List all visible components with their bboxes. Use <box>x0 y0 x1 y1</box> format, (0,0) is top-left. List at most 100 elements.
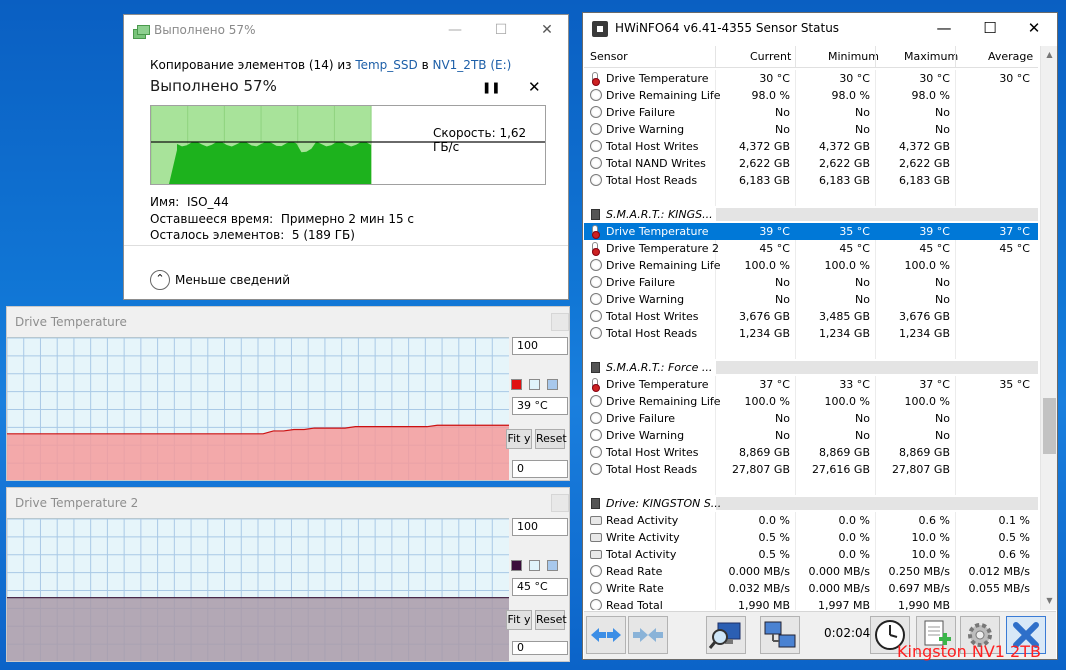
sensor-value-current: 4,372 GB <box>738 140 790 153</box>
sensor-row[interactable]: Drive Temperature 30 °C 30 °C 30 °C 30 °C <box>584 70 1038 87</box>
sensor-row[interactable]: Total Host Writes 8,869 GB 8,869 GB 8,869 G… <box>584 444 1038 461</box>
maximize-button[interactable]: ☐ <box>478 15 524 45</box>
sensor-value-average: 45 °C <box>999 242 1030 255</box>
hwinfo-titlebar[interactable]: HWiNFO64 v6.41-4355 Sensor Status — ☐ ✕ <box>583 13 1057 44</box>
sensor-row[interactable]: Drive Warning No No No <box>584 291 1038 308</box>
background-color-swatch[interactable] <box>529 379 540 390</box>
copy-speed-graph: Скорость: 1,62 ГБ/с <box>150 105 546 185</box>
scrollbar-thumb[interactable] <box>1043 398 1056 454</box>
close-button[interactable]: ✕ <box>524 15 570 45</box>
sensor-row[interactable]: Read Total 1,990 MB 1,997 MB 1,990 MB <box>584 597 1038 610</box>
sensor-row[interactable]: Drive Failure No No No <box>584 274 1038 291</box>
fit-y-button[interactable]: Fit y <box>506 610 532 630</box>
sensor-row[interactable]: Drive Remaining Life 100.0 % 100.0 % 100.0 … <box>584 393 1038 410</box>
copy-dialog-titlebar[interactable]: Выполнено 57% — ☐ ✕ <box>124 15 568 45</box>
sensor-value-current: No <box>775 293 790 306</box>
monitor-search-icon[interactable] <box>706 616 746 654</box>
sensor-row[interactable]: Drive Warning No No No <box>584 121 1038 138</box>
graph-close-button[interactable] <box>551 494 569 512</box>
maximize-button[interactable]: ☐ <box>967 13 1013 44</box>
sensor-row[interactable]: Write Activity 0.5 % 0.0 % 10.0 % 0.5 % <box>584 529 1038 546</box>
sensor-name: Drive Warning <box>606 429 685 442</box>
graph-max-field[interactable]: 100 <box>512 337 568 355</box>
series-color-swatch[interactable] <box>511 560 522 571</box>
sensor-row[interactable] <box>584 478 1038 495</box>
graph-max-field[interactable]: 100 <box>512 518 568 536</box>
network-icon[interactable] <box>760 616 800 654</box>
sensor-value-maximum: No <box>935 106 950 119</box>
sensor-row[interactable]: Drive Temperature 2 45 °C 45 °C 45 °C 45 °C <box>584 240 1038 257</box>
sensor-row[interactable] <box>584 189 1038 206</box>
destination-drive-link[interactable]: NV1_2TB (E:) <box>432 58 511 72</box>
fit-y-button[interactable]: Fit y <box>506 429 532 449</box>
scroll-down-arrow-icon[interactable]: ▼ <box>1043 594 1056 607</box>
sensor-row[interactable]: Total Host Reads 6,183 GB 6,183 GB 6,183 GB <box>584 172 1038 189</box>
sensor-group-row[interactable]: Drive: KINGSTON S... <box>584 495 1038 512</box>
column-header-sensor[interactable]: Sensor <box>590 50 628 63</box>
arrows-compress-icon[interactable] <box>628 616 668 654</box>
sensor-value-maximum: 0.6 % <box>918 514 950 527</box>
sensor-name: Drive Warning <box>606 293 685 306</box>
fewer-details-button[interactable]: Меньше сведений <box>175 273 290 287</box>
reset-button[interactable]: Reset <box>535 610 567 630</box>
grid-color-swatch[interactable] <box>547 560 558 571</box>
graph-min-field[interactable]: 0 <box>512 460 568 478</box>
sensor-name: Total Host Reads <box>606 174 698 187</box>
graph-plot-area <box>7 518 509 661</box>
sensor-row[interactable] <box>584 342 1038 359</box>
sensor-row[interactable]: Drive Failure No No No <box>584 104 1038 121</box>
minimize-button[interactable]: — <box>921 13 967 44</box>
copy-items-row: Осталось элементов: 5 (189 ГБ) <box>150 228 355 242</box>
sensor-value-current: 0.032 MB/s <box>728 582 790 595</box>
sensor-row[interactable]: Drive Temperature 37 °C 33 °C 37 °C 35 °C <box>584 376 1038 393</box>
sensor-row[interactable]: Total Host Reads 1,234 GB 1,234 GB 1,234 GB <box>584 325 1038 342</box>
column-separator[interactable] <box>795 46 796 67</box>
sensor-value-current: 0.0 % <box>758 514 790 527</box>
grid-color-swatch[interactable] <box>547 379 558 390</box>
sensor-row[interactable]: Total Activity 0.5 % 0.0 % 10.0 % 0.6 % <box>584 546 1038 563</box>
vertical-scrollbar[interactable]: ▲ ▼ <box>1040 46 1057 610</box>
sensor-row[interactable]: Total Host Writes 3,676 GB 3,485 GB 3,676 G… <box>584 308 1038 325</box>
column-separator[interactable] <box>715 46 716 67</box>
background-color-swatch[interactable] <box>529 560 540 571</box>
sensor-row[interactable]: Read Rate 0.000 MB/s 0.000 MB/s 0.250 MB/s 0… <box>584 563 1038 580</box>
close-button[interactable]: ✕ <box>1011 13 1057 44</box>
reset-button[interactable]: Reset <box>535 429 567 449</box>
sensor-row[interactable]: Drive Temperature 39 °C 35 °C 39 °C 37 °C <box>584 223 1038 240</box>
thermometer-icon <box>592 242 600 256</box>
sensor-row[interactable]: Drive Remaining Life 100.0 % 100.0 % 100.0 … <box>584 257 1038 274</box>
sensor-group-row[interactable]: S.M.A.R.T.: KINGS... <box>584 206 1038 223</box>
column-header-current[interactable]: Current <box>750 50 791 63</box>
column-header-maximum[interactable]: Maximum <box>904 50 958 63</box>
sensor-value-maximum: 6,183 GB <box>898 174 950 187</box>
sensor-row[interactable]: Drive Failure No No No <box>584 410 1038 427</box>
sensor-row[interactable]: Write Rate 0.032 MB/s 0.000 MB/s 0.697 MB/s… <box>584 580 1038 597</box>
sensor-row[interactable]: Read Activity 0.0 % 0.0 % 0.6 % 0.1 % <box>584 512 1038 529</box>
graph-close-button[interactable] <box>551 313 569 331</box>
sensor-value-icon <box>590 106 602 118</box>
graph-min-field[interactable]: 0 <box>512 641 568 655</box>
sensor-group-row[interactable]: S.M.A.R.T.: Force ... <box>584 359 1038 376</box>
series-color-swatch[interactable] <box>511 379 522 390</box>
pause-icon[interactable]: ❚❚ <box>482 81 500 94</box>
sensor-row[interactable]: Total NAND Writes 2,622 GB 2,622 GB 2,622 G… <box>584 155 1038 172</box>
sensor-row[interactable]: Drive Warning No No No <box>584 427 1038 444</box>
arrows-left-right-icon[interactable] <box>586 616 626 654</box>
scroll-up-arrow-icon[interactable]: ▲ <box>1043 48 1056 61</box>
sensor-row[interactable]: Total Host Reads 27,807 GB 27,616 GB 27,807… <box>584 461 1038 478</box>
column-header-average[interactable]: Average <box>988 50 1033 63</box>
sensor-value-minimum: 1,234 GB <box>818 327 870 340</box>
chevron-up-icon[interactable]: ⌃ <box>150 270 170 290</box>
minimize-button[interactable]: — <box>432 15 478 45</box>
sensor-table-body: Drive Temperature 30 °C 30 °C 30 °C 30 °C Dri… <box>584 70 1038 610</box>
sensor-row[interactable]: Total Host Writes 4,372 GB 4,372 GB 4,372 G… <box>584 138 1038 155</box>
column-header-minimum[interactable]: Minimum <box>828 50 879 63</box>
column-separator[interactable] <box>955 46 956 67</box>
name-value: ISO_44 <box>186 195 229 209</box>
copy-files-icon <box>133 25 150 39</box>
sensor-row[interactable]: Drive Remaining Life 98.0 % 98.0 % 98.0 % <box>584 87 1038 104</box>
column-separator[interactable] <box>875 46 876 67</box>
cancel-copy-icon[interactable]: ✕ <box>528 78 541 96</box>
sensor-value-current: No <box>775 412 790 425</box>
source-folder-link[interactable]: Temp_SSD <box>355 58 417 72</box>
